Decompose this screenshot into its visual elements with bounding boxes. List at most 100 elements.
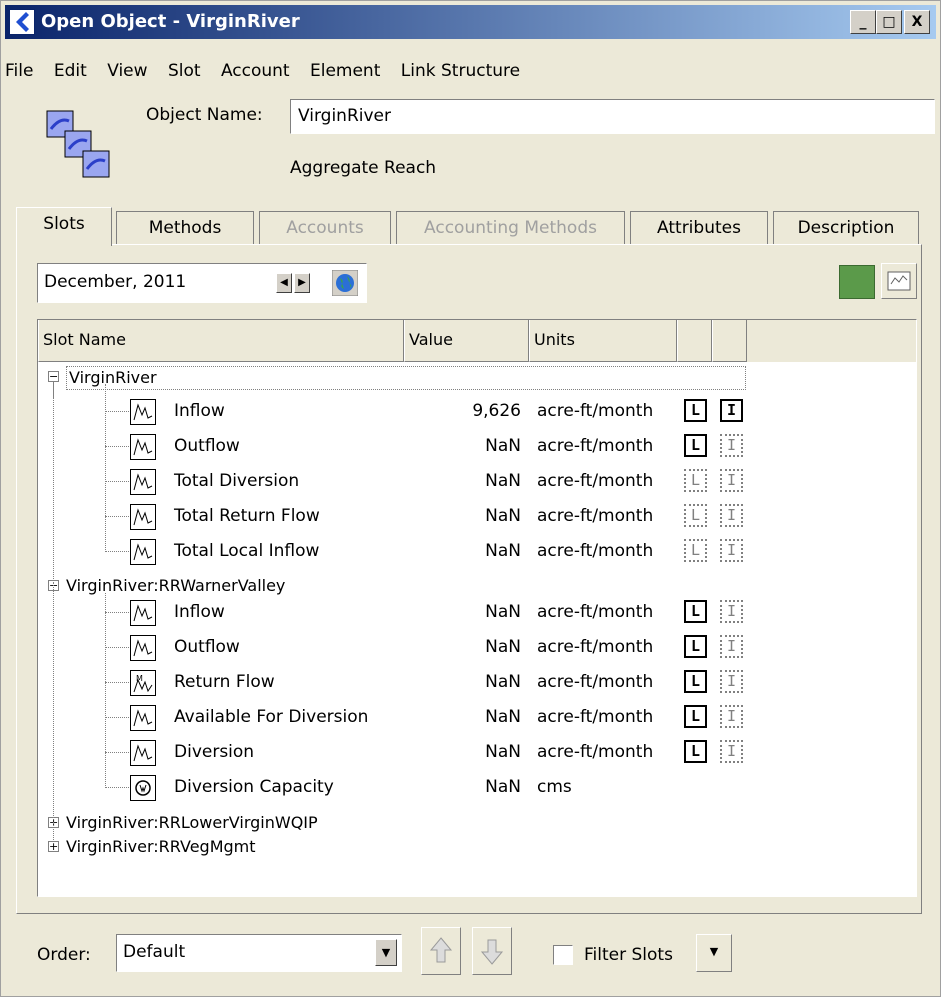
table-row[interactable]: Diversion NaN acre-ft/month L I: [38, 738, 916, 773]
filter-slots-label: Filter Slots: [584, 945, 673, 965]
flag-i-icon[interactable]: I: [720, 399, 743, 422]
flag-i-icon[interactable]: I: [720, 434, 743, 457]
flag-i-icon[interactable]: I: [720, 635, 743, 658]
flag-i-icon[interactable]: I: [720, 504, 743, 527]
series-slot-icon: [130, 469, 156, 495]
slot-name: Inflow: [174, 602, 225, 622]
flag-i-icon[interactable]: I: [720, 705, 743, 728]
flag-i-icon[interactable]: I: [720, 539, 743, 562]
slot-value: NaN: [485, 707, 521, 727]
slot-name: Inflow: [174, 401, 225, 421]
move-down-button[interactable]: [472, 927, 512, 975]
menu-element[interactable]: Element: [310, 61, 380, 81]
order-select[interactable]: Default ▼: [116, 934, 402, 972]
column-flag-l[interactable]: [677, 320, 712, 362]
collapse-icon[interactable]: −: [48, 371, 59, 382]
slot-units: acre-ft/month: [537, 506, 654, 526]
tree-group-row[interactable]: − VirginRiver: [38, 366, 916, 401]
menu-link-structure[interactable]: Link Structure: [401, 61, 520, 81]
flag-l-icon[interactable]: L: [684, 635, 707, 658]
flag-l-icon[interactable]: L: [684, 740, 707, 763]
slot-units: acre-ft/month: [537, 471, 654, 491]
slot-name: Outflow: [174, 637, 240, 657]
table-row[interactable]: Outflow NaN acre-ft/month L I: [38, 432, 916, 467]
table-row[interactable]: M Return Flow NaN acre-ft/month L I: [38, 668, 916, 703]
table-row[interactable]: Available For Diversion NaN acre-ft/mont…: [38, 703, 916, 738]
series-slot-icon: [130, 740, 156, 766]
tab-accounting-methods[interactable]: Accounting Methods: [396, 211, 625, 245]
tab-slots[interactable]: Slots: [16, 207, 112, 246]
date-selector[interactable]: December, 2011 ◀ ▶: [37, 263, 367, 303]
object-type-label: Aggregate Reach: [290, 158, 437, 178]
tab-accounts[interactable]: Accounts: [259, 211, 391, 245]
filter-slots-checkbox[interactable]: [553, 945, 573, 965]
minimize-button[interactable]: _: [850, 10, 876, 34]
flag-i-icon[interactable]: I: [720, 600, 743, 623]
slot-units: acre-ft/month: [537, 637, 654, 657]
chevron-down-icon[interactable]: ▼: [375, 939, 397, 966]
column-flag-i[interactable]: [712, 320, 747, 362]
menu-view[interactable]: View: [107, 61, 147, 81]
slot-units: acre-ft/month: [537, 742, 654, 762]
table-row[interactable]: Diversion Capacity NaN cms: [38, 773, 916, 808]
slot-value: NaN: [485, 672, 521, 692]
menu-account[interactable]: Account: [221, 61, 290, 81]
tab-description[interactable]: Description: [773, 211, 919, 245]
tree-group-row[interactable]: + VirginRiver:RRVegMgmt: [38, 822, 916, 871]
move-up-button[interactable]: [421, 927, 461, 975]
table-row[interactable]: Inflow NaN acre-ft/month L I: [38, 598, 916, 633]
table-row[interactable]: Total Return Flow NaN acre-ft/month L I: [38, 502, 916, 537]
globe-icon[interactable]: [331, 269, 359, 297]
slot-name: Return Flow: [174, 672, 275, 692]
table-row[interactable]: Total Diversion NaN acre-ft/month L I: [38, 467, 916, 502]
flag-l-icon[interactable]: L: [684, 539, 707, 562]
flag-l-icon[interactable]: L: [684, 399, 707, 422]
tab-methods[interactable]: Methods: [116, 211, 254, 245]
flag-l-icon[interactable]: L: [684, 504, 707, 527]
series-slot-icon: [130, 399, 156, 425]
flag-i-icon[interactable]: I: [720, 670, 743, 693]
flag-l-icon[interactable]: L: [684, 600, 707, 623]
date-next-button[interactable]: ▶: [294, 273, 310, 293]
slot-value: NaN: [485, 602, 521, 622]
slot-name: Available For Diversion: [174, 707, 369, 727]
flag-l-icon[interactable]: L: [684, 670, 707, 693]
plot-icon[interactable]: [881, 263, 917, 299]
menu-slot[interactable]: Slot: [168, 61, 201, 81]
tab-attributes[interactable]: Attributes: [630, 211, 768, 245]
column-slot-name[interactable]: Slot Name: [38, 320, 404, 362]
arrow-down-icon: [480, 939, 504, 965]
color-swatch-button[interactable]: [839, 265, 875, 299]
series-slot-icon: [130, 504, 156, 530]
flag-l-icon[interactable]: L: [684, 705, 707, 728]
column-value[interactable]: Value: [404, 320, 529, 362]
maximize-button[interactable]: □: [876, 10, 902, 34]
slot-name: Total Diversion: [174, 471, 300, 491]
flag-i-icon[interactable]: I: [720, 469, 743, 492]
slot-units: cms: [537, 777, 572, 797]
flag-l-icon[interactable]: L: [684, 469, 707, 492]
table-row[interactable]: Total Local Inflow NaN acre-ft/month L I: [38, 537, 916, 572]
slot-value: NaN: [485, 742, 521, 762]
menu-edit[interactable]: Edit: [54, 61, 87, 81]
object-name-field[interactable]: VirginRiver: [290, 99, 935, 134]
flag-l-icon[interactable]: L: [684, 434, 707, 457]
date-prev-button[interactable]: ◀: [276, 273, 292, 293]
menu-file[interactable]: File: [5, 61, 33, 81]
group-label: VirginRiver:RRWarnerValley: [66, 576, 286, 595]
window-title: Open Object - VirginRiver: [41, 11, 300, 32]
expand-icon[interactable]: +: [48, 841, 59, 852]
close-button[interactable]: X: [904, 10, 930, 34]
order-label: Order:: [37, 945, 91, 965]
app-icon: [9, 9, 35, 35]
slot-name: Diversion Capacity: [174, 777, 334, 797]
table-row[interactable]: Outflow NaN acre-ft/month L I: [38, 633, 916, 668]
multi-series-slot-icon: M: [130, 670, 156, 696]
flag-i-icon[interactable]: I: [720, 740, 743, 763]
title-bar[interactable]: Open Object - VirginRiver _ □ X: [5, 5, 936, 39]
slot-units: acre-ft/month: [537, 541, 654, 561]
table-row[interactable]: Inflow 9,626 acre-ft/month L I: [38, 397, 916, 432]
column-units[interactable]: Units: [529, 320, 677, 362]
arrow-up-icon: [429, 937, 453, 963]
filter-dropdown-button[interactable]: ▼: [696, 934, 732, 972]
